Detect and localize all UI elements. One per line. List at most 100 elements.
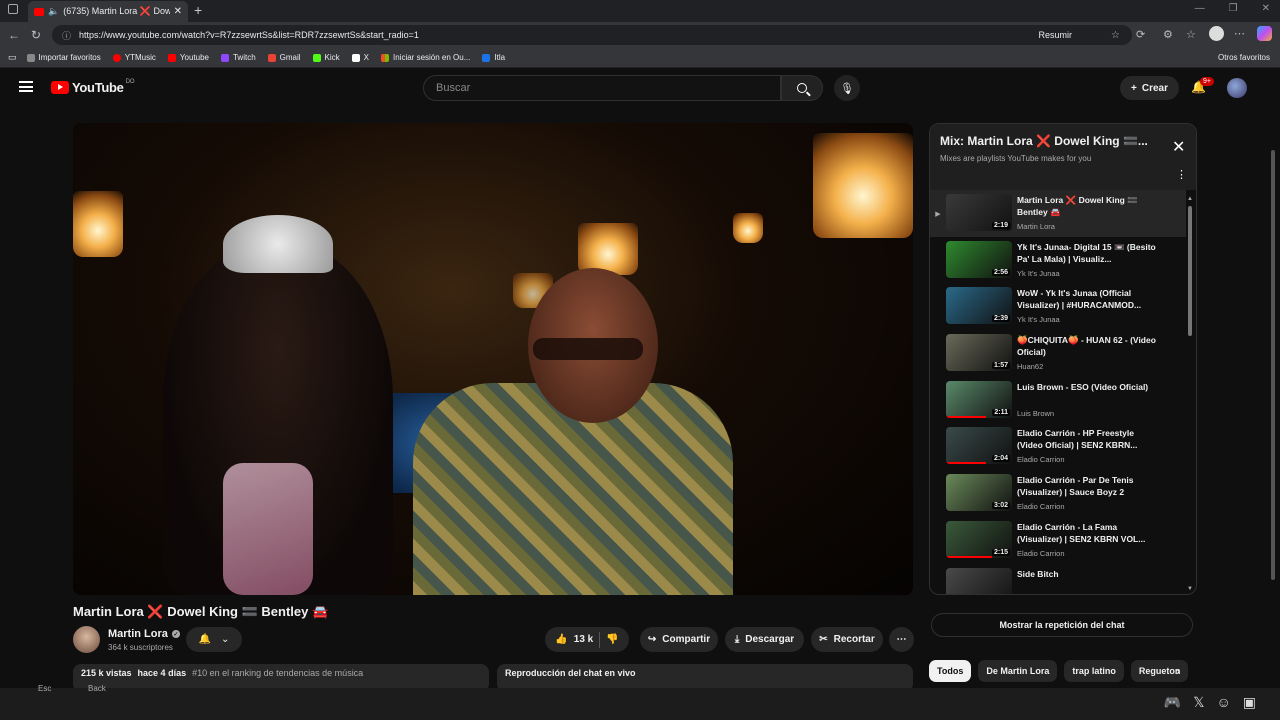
chip-todos[interactable]: Todos [929,660,972,682]
channel-avatar[interactable] [73,626,100,653]
youtube-logo[interactable]: YouTube DO [51,79,135,95]
channel-name[interactable]: Martin Lora ✓ [108,628,180,640]
white-cap-image [223,215,333,273]
youtube-favicon-icon [34,7,44,16]
chevron-right-icon[interactable]: › [1176,664,1180,678]
video-thumbnail[interactable]: 2:30 [946,567,1012,594]
video-duration: 2:15 [991,548,1010,556]
site-info-icon[interactable]: ⓘ [62,29,71,42]
more-menu-icon[interactable]: ⋯ [1234,27,1245,40]
watch-progress [946,555,993,558]
create-button[interactable]: + Crear [1120,76,1179,100]
search-button[interactable] [781,75,823,101]
collections-icon[interactable]: ▭ [8,52,17,63]
restore-icon[interactable]: ❐ [1229,3,1238,14]
more-actions-button[interactable]: ⋯ [889,627,914,652]
playlist-item[interactable]: 1:57 🍑CHIQUITA🍑 - HUAN 62 - (Video Oficia… [930,330,1186,377]
video-thumbnail[interactable]: 2:15 [946,520,1012,558]
voice-search-button[interactable]: 🎙 [834,75,860,101]
scroll-up-icon[interactable]: ▲ [1187,196,1193,202]
account-avatar[interactable] [1227,78,1247,98]
bookmark-youtube[interactable]: Youtube [167,53,209,62]
notifications-bell-button[interactable]: 🔔 ⌄ [186,627,242,652]
bookmark-gmail[interactable]: Gmail [267,53,301,62]
more-vert-icon[interactable]: ⋮ [1176,168,1187,181]
video-title: WoW - Yk It's Junaa (Official Visualizer… [1017,288,1142,311]
playlist-item[interactable]: 2:11 Luis Brown - ESO (Video Oficial) Luis… [930,377,1186,424]
bookmark-ytmusic[interactable]: YTMusic [112,53,156,62]
copilot-icon[interactable] [1257,26,1272,41]
discord-icon[interactable]: 🎮 [1164,694,1181,711]
bookmark-twitch[interactable]: Twitch [220,53,256,62]
subscriber-count: 364 k suscriptores [108,643,173,652]
video-thumbnail[interactable]: 2:11 [946,380,1012,418]
back-icon[interactable]: ← [8,28,20,42]
video-thumbnail[interactable]: 2:19 [946,194,1012,231]
page-scrollbar[interactable] [1270,138,1276,678]
video-thumbnail[interactable]: 3:02 [946,474,1012,512]
video-thumbnail[interactable]: 2:39 [946,287,1012,325]
playlist-title[interactable]: Mix: Martin Lora ❌ Dowel King 🟰... [940,134,1160,148]
tools-icon[interactable]: ⚙ [1163,28,1173,41]
browser-tab-active[interactable]: 🔈 (6735) Martin Lora ❌ Dowe ✕ [28,1,188,22]
speaker-icon[interactable]: 🔈 [48,6,59,17]
video-channel: Yk It's Junaa [1017,268,1060,278]
profile-icon[interactable] [1209,26,1224,41]
like-button[interactable]: 👍 13 k [555,634,593,645]
search-input[interactable]: Buscar [423,75,781,101]
playlist-item[interactable]: 2:30Side BitchLuar La L [930,564,1186,594]
hamburger-menu-icon[interactable] [19,81,33,92]
share-button[interactable]: ↪ Compartir [640,627,718,652]
lamp-image [733,213,763,243]
bookmark-outlook[interactable]: Iniciar sesión en Ou... [381,53,470,62]
show-chat-replay-button[interactable]: Mostrar la repetición del chat [931,613,1193,637]
playlist-index [930,381,946,397]
bookmark-importar[interactable]: Importar favoritos [26,53,101,62]
bookmark-x[interactable]: X [351,53,369,62]
app-icon[interactable]: ☺ [1216,694,1230,711]
scroll-down-icon[interactable]: ▼ [1187,586,1193,592]
video-thumbnail[interactable]: 1:57 [946,334,1012,372]
playlist-item[interactable]: ▶ 2:19 Martin Lora ❌ Dowel King 🟰 Bentley … [930,190,1186,237]
playlist-item[interactable]: 2:56 Yk It's Junaa- Digital 15 📼 (Besito … [930,237,1186,284]
chip-trap-latino[interactable]: trap latino [1064,660,1124,682]
minimize-icon[interactable]: — [1195,3,1205,14]
url-field[interactable]: ⓘ https://www.youtube.com/watch?v=R7zzse… [52,25,1132,45]
close-window-icon[interactable]: ✕ [1262,3,1270,14]
video-channel: Eladio Carrion [1017,502,1065,512]
video-thumbnail[interactable]: 2:04 [946,427,1012,465]
playlist-item[interactable]: 2:04 Eladio Carrión - HP Freestyle (Video… [930,423,1186,470]
close-tab-icon[interactable]: ✕ [174,6,182,17]
favorites-list-icon[interactable]: ☆ [1186,28,1196,41]
verified-icon: ✓ [171,630,180,638]
video-title: Side Bitch [1017,568,1059,579]
video-player[interactable] [73,123,913,595]
playlist-scrollbar[interactable]: ▲ ▼ [1187,196,1193,592]
page-scrollbar-thumb[interactable] [1271,150,1275,580]
playlist-item[interactable]: 2:39 WoW - Yk It's Junaa (Official Visual… [930,283,1186,330]
folder-icon [26,53,35,62]
new-tab-button[interactable]: + [194,2,202,18]
reload-icon[interactable]: ↻ [31,28,41,42]
scrollbar-thumb[interactable] [1188,206,1192,336]
youtube-header: YouTube DO Buscar 🎙 + Crear 🔔 9+ [0,68,1280,106]
tab-actions-icon[interactable] [8,4,18,14]
playlist-item[interactable]: 2:15 Eladio Carrión - La Fama (Visualizer… [930,517,1186,564]
close-icon[interactable]: ✕ [1172,137,1185,157]
chip-de-martin-lora[interactable]: De Martin Lora [978,660,1058,682]
clip-button[interactable]: ✂ Recortar [811,627,883,652]
otros-favoritos[interactable]: Otros favoritos [1218,53,1270,62]
bookmark-itla[interactable]: Itla [482,53,505,62]
playlist-item[interactable]: 3:02 Eladio Carrión - Par De Tenis (Visua… [930,470,1186,517]
video-info: Eladio Carrión - Par De Tenis (Visualize… [1017,474,1162,511]
video-thumbnail[interactable]: 2:56 [946,240,1012,278]
window-icon[interactable]: ▣ [1243,694,1256,711]
bookmark-kick[interactable]: Kick [312,53,340,62]
dislike-button[interactable]: 👎 [606,634,618,645]
favorite-star-icon[interactable]: ☆ [1111,30,1120,41]
bookmarks-bar: ▭ Importar favoritos YTMusic Youtube Twi… [0,48,1280,68]
resumir-button[interactable]: Resumir [1038,30,1072,40]
extensions-icon[interactable]: ⟳ [1136,28,1145,41]
x-icon[interactable]: 𝕏 [1193,694,1204,711]
download-button[interactable]: ⤓ Descargar [725,627,804,652]
